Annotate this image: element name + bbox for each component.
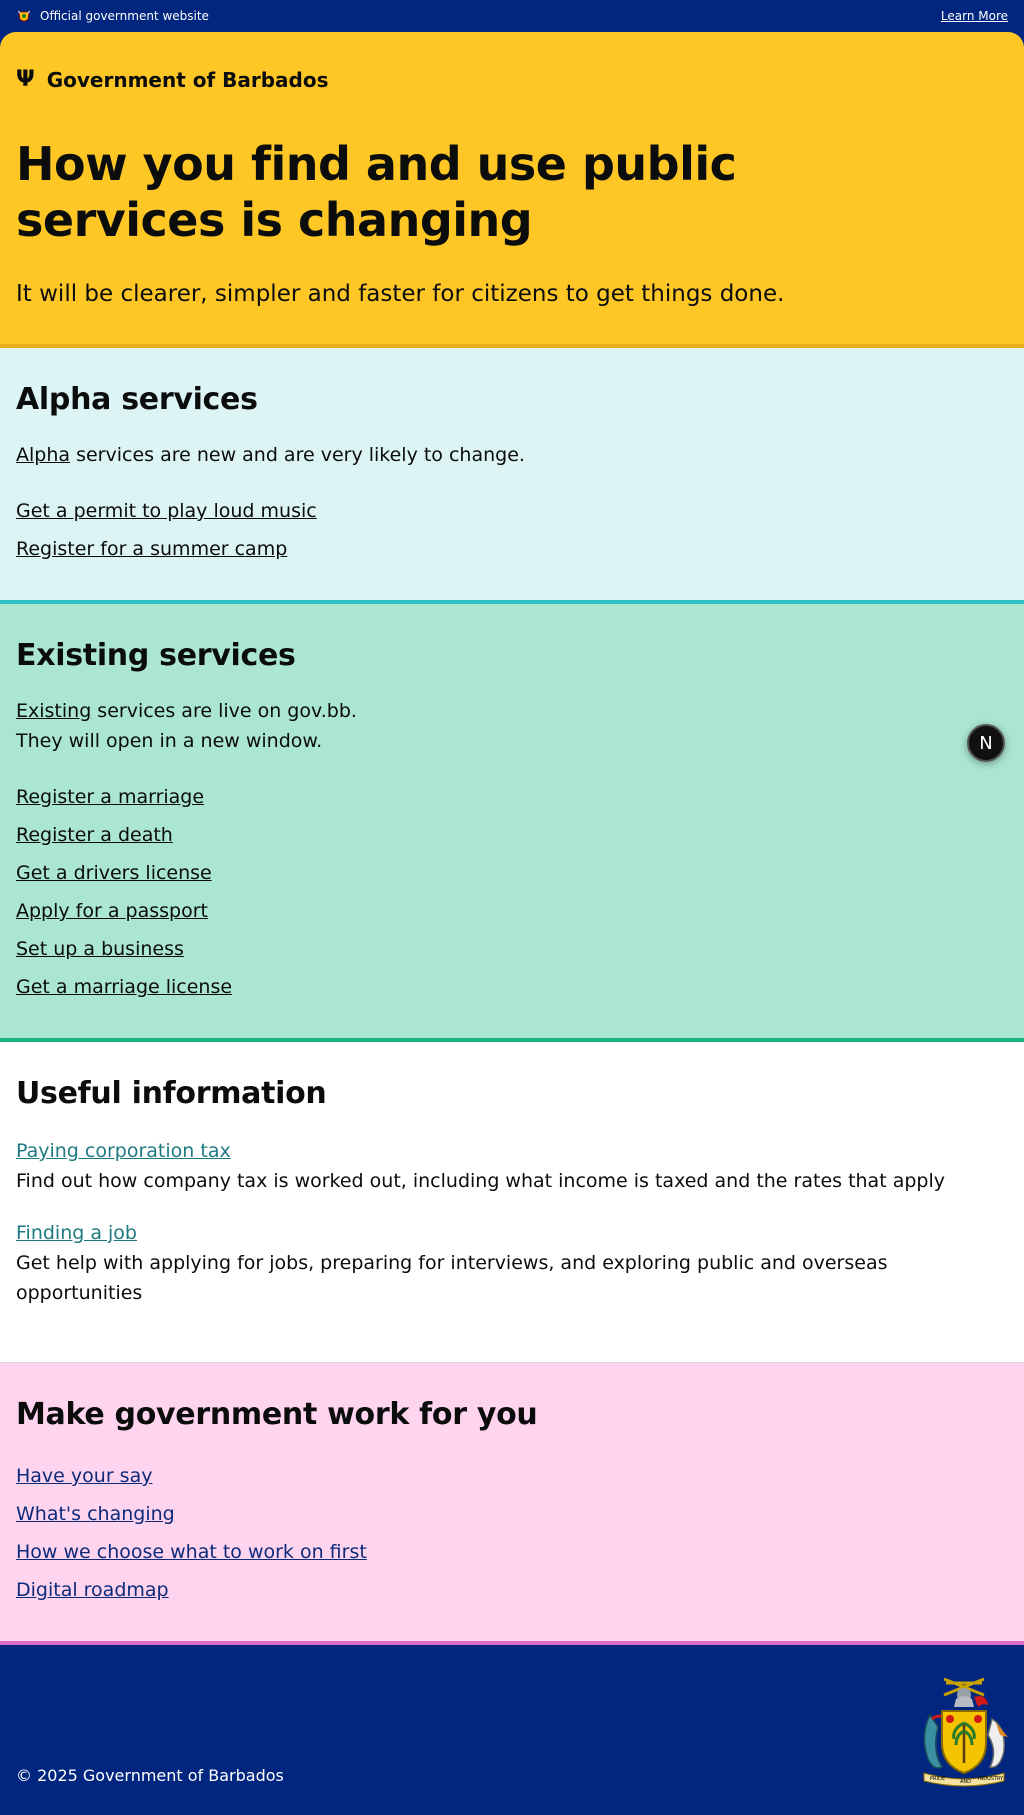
motto-word: PRIDE [930, 1776, 945, 1782]
list-item: Digital roadmap [16, 1571, 1008, 1609]
alpha-links-list: Get a permit to play loud music Register… [16, 492, 1008, 568]
list-item: Apply for a passport [16, 892, 1008, 930]
list-item: Get a drivers license [16, 854, 1008, 892]
alpha-heading: Alpha services [16, 382, 258, 417]
footer: © 2025 Government of Barbados PRIDE AND … [0, 1645, 1024, 1815]
barbados-crest-icon [17, 10, 31, 22]
useful-heading: Useful information [16, 1076, 327, 1111]
existing-intro-line2: They will open in a new window. [16, 730, 323, 752]
existing-service-link[interactable]: Set up a business [16, 938, 184, 960]
make-government-work-section: Make government work for you Have your s… [0, 1363, 1024, 1645]
make-link[interactable]: Have your say [16, 1465, 152, 1487]
motto-word: AND [960, 1779, 971, 1785]
existing-heading: Existing services [16, 638, 296, 673]
list-item: What's changing [16, 1495, 1008, 1533]
brand-name: Government of Barbados [46, 68, 329, 92]
coat-of-arms-icon: PRIDE AND INDUSTRY [923, 1677, 1008, 1787]
list-item: Set up a business [16, 930, 1008, 968]
hero: Ψ Government of Barbados How you find an… [0, 32, 1024, 348]
make-heading: Make government work for you [16, 1397, 538, 1432]
motto-word: INDUSTRY [978, 1776, 1004, 1782]
existing-service-link[interactable]: Register a marriage [16, 786, 204, 808]
official-banner: Official government website Learn More [0, 0, 1024, 32]
list-item: Register for a summer camp [16, 530, 1008, 568]
learn-more-link[interactable]: Learn More [941, 9, 1008, 23]
list-item: Have your say [16, 1457, 1008, 1495]
existing-intro-text: services are live on gov.bb. [91, 700, 357, 722]
existing-service-link[interactable]: Get a marriage license [16, 976, 232, 998]
brand[interactable]: Ψ Government of Barbados [16, 68, 1008, 92]
alpha-intro: Alpha services are new and are very like… [16, 440, 1008, 470]
make-link[interactable]: How we choose what to work on first [16, 1541, 367, 1563]
page-title: How you find and use public services is … [16, 137, 737, 247]
list-item: How we choose what to work on first [16, 1533, 1008, 1571]
copyright: © 2025 Government of Barbados [16, 1766, 284, 1785]
existing-intro: Existing services are live on gov.bb. [16, 696, 1008, 726]
info-description: Get help with applying for jobs, prepari… [16, 1252, 888, 1304]
existing-services-section: Existing services Existing services are … [0, 604, 1024, 1042]
info-link[interactable]: Paying corporation tax [16, 1140, 231, 1162]
make-links-list: Have your say What's changing How we cho… [16, 1457, 1008, 1609]
list-item: Get a marriage license [16, 968, 1008, 1006]
hero-lead: It will be clearer, simpler and faster f… [16, 281, 785, 307]
trident-icon: Ψ [16, 67, 35, 92]
alpha-service-link[interactable]: Get a permit to play loud music [16, 500, 317, 522]
existing-service-link[interactable]: Apply for a passport [16, 900, 208, 922]
list-item: Register a death [16, 816, 1008, 854]
existing-service-link[interactable]: Register a death [16, 824, 173, 846]
alpha-definition-link[interactable]: Alpha [16, 444, 70, 466]
existing-links-list: Register a marriage Register a death Get… [16, 778, 1008, 1006]
list-item: Get a permit to play loud music [16, 492, 1008, 530]
alpha-intro-text: services are new and are very likely to … [70, 444, 525, 466]
existing-definition-link[interactable]: Existing [16, 700, 91, 722]
info-item: Finding a job Get help with applying for… [16, 1218, 1008, 1308]
info-description: Find out how company tax is worked out, … [16, 1170, 945, 1192]
list-item: Register a marriage [16, 778, 1008, 816]
make-link[interactable]: Digital roadmap [16, 1579, 169, 1601]
official-text: Official government website [40, 9, 209, 23]
make-link[interactable]: What's changing [16, 1503, 175, 1525]
nextjs-dev-button[interactable]: N [967, 724, 1005, 762]
info-item: Paying corporation tax Find out how comp… [16, 1136, 1008, 1196]
existing-service-link[interactable]: Get a drivers license [16, 862, 212, 884]
alpha-services-section: Alpha services Alpha services are new an… [0, 348, 1024, 604]
official-banner-left: Official government website [16, 8, 209, 24]
alpha-service-link[interactable]: Register for a summer camp [16, 538, 287, 560]
useful-information-section: Useful information Paying corporation ta… [0, 1042, 1024, 1363]
info-link[interactable]: Finding a job [16, 1222, 137, 1244]
